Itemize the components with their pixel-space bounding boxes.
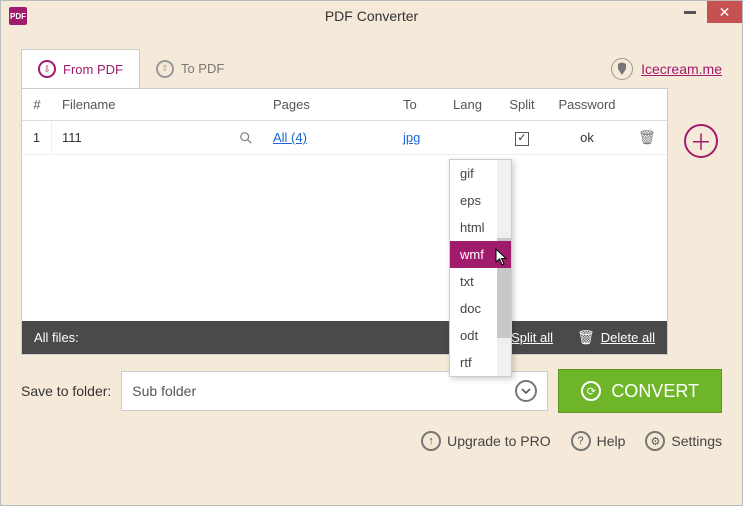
brand-label: Icecream.me: [641, 61, 722, 77]
format-option-eps[interactable]: eps: [450, 187, 511, 214]
all-files-label: All files:: [34, 330, 79, 345]
row-delete[interactable]: 🗑: [627, 121, 667, 154]
split-all-link[interactable]: Split all: [511, 330, 553, 345]
window-controls: ✕: [672, 1, 742, 23]
settings-link[interactable]: ⚙ Settings: [645, 431, 722, 451]
tab-to-pdf[interactable]: ⇧ To PDF: [140, 50, 240, 88]
help-link[interactable]: ? Help: [571, 431, 626, 451]
save-folder-input[interactable]: [132, 383, 515, 399]
format-option-html[interactable]: html: [450, 214, 511, 241]
app-icon: PDF: [9, 7, 27, 25]
icecream-icon: [611, 58, 633, 80]
folder-dropdown-button[interactable]: [515, 380, 537, 402]
row-lang[interactable]: [447, 130, 497, 146]
minimize-button[interactable]: [672, 1, 707, 23]
row-to[interactable]: jpg: [397, 122, 447, 153]
empty-area: [22, 155, 667, 321]
table-row: 1 111 All (4) jpg ok 🗑: [22, 121, 667, 155]
col-filename: Filename: [52, 89, 267, 120]
window-title: PDF Converter: [1, 8, 742, 24]
col-num: #: [22, 89, 52, 120]
row-filename: 111: [62, 130, 82, 145]
format-option-doc[interactable]: doc: [450, 295, 511, 322]
format-option-txt[interactable]: txt: [450, 268, 511, 295]
save-row: Save to folder: ⟳ CONVERT: [21, 369, 722, 413]
tab-to-label: To PDF: [181, 61, 224, 76]
col-lang: Lang: [447, 89, 497, 120]
format-option-wmf[interactable]: wmf: [450, 241, 511, 268]
tab-from-pdf[interactable]: ⇩ From PDF: [21, 49, 140, 88]
titlebar: PDF PDF Converter ✕: [1, 1, 742, 31]
tabs-row: ⇩ From PDF ⇧ To PDF Icecream.me: [1, 31, 742, 88]
row-pages[interactable]: All (4): [267, 122, 397, 153]
delete-all-icon: 🗑: [577, 329, 595, 346]
footer: ↑ Upgrade to PRO ? Help ⚙ Settings: [1, 431, 722, 451]
col-to: To: [397, 89, 447, 120]
help-label: Help: [597, 433, 626, 449]
trash-icon: 🗑: [638, 129, 656, 145]
format-dropdown[interactable]: gifepshtmlwmftxtdocodtrtf: [449, 159, 512, 377]
format-option-rtf[interactable]: rtf: [450, 349, 511, 376]
col-delete: [627, 89, 667, 120]
row-split[interactable]: [497, 121, 547, 154]
convert-icon: ⟳: [581, 381, 601, 401]
tab-from-label: From PDF: [63, 62, 123, 77]
format-option-gif[interactable]: gif: [450, 160, 511, 187]
file-panel: # Filename Pages To Lang Split Password …: [21, 88, 668, 355]
upgrade-icon: ↑: [421, 431, 441, 451]
preview-icon[interactable]: [239, 131, 253, 145]
convert-label: CONVERT: [611, 381, 699, 402]
to-pdf-icon: ⇧: [156, 60, 174, 78]
close-button[interactable]: ✕: [707, 1, 742, 23]
convert-button[interactable]: ⟳ CONVERT: [558, 369, 722, 413]
help-icon: ?: [571, 431, 591, 451]
table-header: # Filename Pages To Lang Split Password: [22, 89, 667, 121]
gear-icon: ⚙: [645, 431, 665, 451]
split-checkbox: [515, 132, 529, 146]
all-files-bar: All files: Split all 🗑 Delete all: [22, 321, 667, 354]
format-option-odt[interactable]: odt: [450, 322, 511, 349]
save-label: Save to folder:: [21, 383, 111, 399]
delete-all-link[interactable]: Delete all: [601, 330, 655, 345]
upgrade-link[interactable]: ↑ Upgrade to PRO: [421, 431, 551, 451]
settings-label: Settings: [671, 433, 722, 449]
save-folder-field[interactable]: [121, 371, 548, 411]
add-file-button[interactable]: ＋: [684, 124, 718, 158]
brand-link[interactable]: Icecream.me: [611, 58, 722, 80]
col-split: Split: [497, 89, 547, 120]
row-password[interactable]: ok: [547, 122, 627, 153]
from-pdf-icon: ⇩: [38, 60, 56, 78]
row-num: 1: [22, 122, 52, 153]
col-password: Password: [547, 89, 627, 120]
row-filename-cell: 111: [52, 122, 267, 153]
upgrade-label: Upgrade to PRO: [447, 433, 551, 449]
col-pages: Pages: [267, 89, 397, 120]
